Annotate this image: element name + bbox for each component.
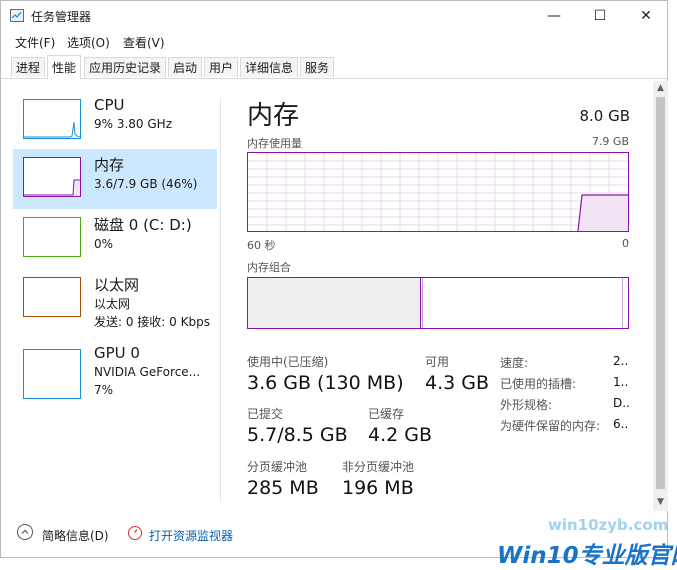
detail-reserved-label: 为硬件保留的内存:: [500, 419, 601, 433]
sidebar-disk-name: 磁盘 0 (C: D:): [94, 216, 192, 234]
open-resource-monitor-link[interactable]: 打开资源监视器: [149, 527, 233, 544]
tab-startup[interactable]: 启动: [168, 57, 203, 77]
window-title: 任务管理器: [31, 10, 92, 24]
maximize-button[interactable]: ☐: [577, 1, 623, 31]
task-manager-app-icon: [10, 9, 24, 22]
gpu-thumbnail: [23, 349, 81, 399]
watermark-url: win10zyb.com: [548, 516, 669, 534]
sidebar-memory-name: 内存: [94, 156, 125, 174]
sidebar-item-disk[interactable]: 磁盘 0 (C: D:) 0%: [13, 209, 217, 269]
watermark-logo: Win10专业版官网: [497, 543, 677, 569]
graph-time-right: 0: [622, 237, 629, 250]
sidebar-item-cpu[interactable]: CPU 9% 3.80 GHz: [13, 91, 217, 151]
committed-value: 5.7/8.5 GB: [247, 424, 348, 446]
memory-usage-plot: [248, 153, 628, 232]
detail-reserved-value: 6..: [613, 417, 629, 431]
composition-in-use: [248, 278, 421, 328]
nonpaged-pool-value: 196 MB: [342, 477, 414, 499]
tab-app-history[interactable]: 应用历史记录: [84, 57, 167, 77]
sidebar-gpu-usage: 7%: [94, 383, 114, 397]
detail-form-factor-label: 外形规格:: [500, 398, 553, 412]
paged-pool-label: 分页缓冲池: [247, 460, 308, 474]
minimize-icon: —: [547, 8, 561, 24]
composition-standby-edge: [622, 278, 623, 328]
minimize-button[interactable]: —: [531, 1, 577, 31]
in-use-value: 3.6 GB (130 MB): [247, 372, 404, 394]
fewer-details-button[interactable]: 简略信息(D): [42, 527, 109, 544]
pane-divider: [220, 98, 221, 502]
tab-users[interactable]: 用户: [204, 57, 239, 77]
scroll-down-icon[interactable]: ▼: [653, 495, 668, 509]
sidebar-cpu-name: CPU: [94, 96, 125, 114]
resource-monitor-icon: [128, 526, 142, 540]
sidebar-item-memory[interactable]: 内存 3.6/7.9 GB (46%): [13, 149, 217, 209]
scroll-up-icon[interactable]: ▲: [653, 81, 668, 95]
title-bar[interactable]: 任务管理器 — ☐ ✕: [1, 1, 667, 31]
nonpaged-pool-label: 非分页缓冲池: [342, 460, 415, 474]
chevron-up-icon[interactable]: [17, 524, 33, 540]
disk-thumbnail: [23, 217, 81, 257]
vertical-scrollbar[interactable]: ▲ ▼: [653, 81, 668, 511]
menu-bar: 文件(F) 选项(O) 查看(V): [1, 31, 667, 53]
composition-modified: [422, 278, 423, 328]
cached-value: 4.2 GB: [368, 424, 433, 446]
tab-details[interactable]: 详细信息: [240, 57, 299, 77]
page-title: 内存: [247, 101, 300, 131]
tab-performance[interactable]: 性能: [47, 55, 82, 79]
detail-slots-label: 已使用的插槽:: [500, 377, 577, 391]
menu-options[interactable]: 选项(O): [67, 34, 110, 51]
available-label: 可用: [425, 355, 450, 369]
cpu-thumbnail: [23, 99, 81, 139]
sidebar-ethernet-name: 以太网: [94, 276, 140, 294]
maximize-icon: ☐: [593, 8, 607, 24]
resource-sidebar: CPU 9% 3.80 GHz 内存 3.6/7.9 GB (46%) 磁盘 0…: [9, 91, 219, 511]
memory-detail-pane: 内存 8.0 GB 内存使用量 7.9 GB 60 秒 0 内存组合 使用中(已…: [247, 91, 630, 511]
cpu-sparkline: [24, 121, 81, 138]
sidebar-item-gpu[interactable]: GPU 0 NVIDIA GeForce... 7%: [13, 339, 217, 399]
graph-time-left: 60 秒: [247, 239, 276, 252]
composition-label: 内存组合: [247, 261, 291, 274]
menu-view[interactable]: 查看(V): [123, 34, 165, 51]
sidebar-memory-usage: 3.6/7.9 GB (46%): [94, 177, 198, 191]
usage-graph-label: 内存使用量: [247, 137, 302, 150]
committed-label: 已提交: [247, 407, 284, 421]
memory-composition-bar: [247, 277, 629, 329]
close-icon: ✕: [640, 8, 652, 24]
available-value: 4.3 GB: [425, 372, 490, 394]
ethernet-thumbnail: [23, 277, 81, 317]
detail-slots-value: 1..: [613, 375, 629, 389]
detail-form-factor-value: D..: [613, 396, 630, 410]
detail-speed-label: 速度:: [500, 356, 529, 370]
tab-processes[interactable]: 进程: [11, 57, 46, 77]
sidebar-gpu-model: NVIDIA GeForce...: [94, 365, 201, 379]
sidebar-gpu-name: GPU 0: [94, 344, 140, 362]
sidebar-item-ethernet[interactable]: 以太网 以太网 发送: 0 接收: 0 Kbps: [13, 269, 217, 329]
sidebar-ethernet-throughput: 发送: 0 接收: 0 Kbps: [94, 315, 210, 329]
memory-usage-graph: [247, 152, 629, 232]
cached-label: 已缓存: [368, 407, 405, 421]
sidebar-cpu-usage: 9% 3.80 GHz: [94, 117, 173, 131]
sidebar-disk-usage: 0%: [94, 237, 114, 251]
in-use-label: 使用中(已压缩): [247, 355, 329, 369]
sidebar-ethernet-adapter: 以太网: [94, 297, 131, 311]
close-button[interactable]: ✕: [623, 1, 669, 31]
menu-file[interactable]: 文件(F): [15, 34, 55, 51]
memory-sparkline: [24, 179, 80, 196]
paged-pool-value: 285 MB: [247, 477, 319, 499]
detail-speed-value: 2..: [613, 354, 629, 368]
scroll-thumb[interactable]: [656, 97, 665, 489]
usage-graph-max: 7.9 GB: [591, 135, 629, 148]
memory-total: 8.0 GB: [579, 107, 630, 125]
tab-strip: 进程 性能 应用历史记录 启动 用户 详细信息 服务: [1, 55, 667, 79]
tab-services[interactable]: 服务: [300, 57, 335, 77]
task-manager-window: 任务管理器 — ☐ ✕ 文件(F) 选项(O) 查看(V) 进程 性能 应用历史…: [0, 0, 668, 558]
memory-thumbnail: [23, 157, 81, 197]
